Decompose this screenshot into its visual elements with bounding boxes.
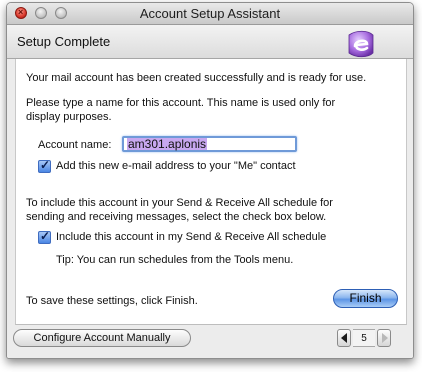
previous-page-button[interactable] (337, 329, 351, 347)
setup-content-panel: Your mail account has been created succe… (15, 59, 407, 325)
checkmark-icon: ✓ (40, 229, 51, 243)
add-to-me-contact-checkbox[interactable]: ✓ (38, 158, 51, 173)
step-header: Setup Complete (7, 25, 413, 59)
configure-account-manually-button[interactable]: Configure Account Manually (13, 329, 191, 347)
success-message: Your mail account has been created succe… (26, 72, 367, 84)
triangle-left-icon (341, 333, 347, 343)
triangle-right-icon (382, 333, 388, 343)
schedule-info-line-1: To include this account in your Send & R… (26, 197, 333, 209)
add-to-me-contact-label[interactable]: Add this new e-mail address to your "Me"… (56, 159, 296, 173)
bottom-bar: Configure Account Manually 5 (7, 325, 413, 358)
next-page-button[interactable] (377, 329, 391, 347)
save-instruction: To save these settings, click Finish. (26, 295, 198, 307)
entourage-logo-icon (348, 30, 374, 58)
window-title: Account Setup Assistant (139, 6, 281, 21)
account-name-label: Account name: (38, 139, 112, 151)
name-prompt-line-2: display purposes. (26, 111, 112, 123)
account-name-value: am301.aplonis (127, 137, 208, 151)
schedule-info-line-2: sending and receiving messages, select t… (26, 211, 327, 223)
checkmark-icon: ✓ (40, 158, 51, 172)
name-prompt-line-1: Please type a name for this account. Thi… (26, 97, 336, 109)
account-name-input[interactable]: am301.aplonis (122, 136, 297, 152)
page-number: 5 (353, 329, 375, 347)
setup-assistant-window: × Account Setup Assistant Setup Complete… (6, 2, 414, 359)
step-title: Setup Complete (17, 34, 111, 49)
page-navigator: 5 (337, 329, 391, 347)
title-bar: × Account Setup Assistant (7, 3, 413, 25)
include-schedule-label[interactable]: Include this account in my Send & Receiv… (56, 230, 326, 244)
finish-button[interactable]: Finish (333, 289, 398, 308)
include-schedule-checkbox[interactable]: ✓ (38, 229, 51, 244)
schedule-tip: Tip: You can run schedules from the Tool… (56, 254, 294, 266)
